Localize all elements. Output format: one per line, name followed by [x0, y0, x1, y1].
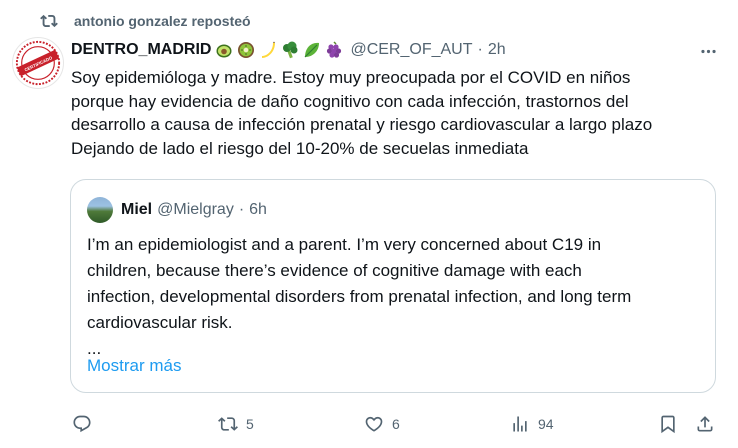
repost-icon: [40, 12, 58, 30]
more-options-button[interactable]: [698, 41, 718, 61]
tweet-text-line: desarrollo a causa de infección prenatal…: [71, 115, 653, 134]
tweet-text-line: porque hay evidencia de daño cognitivo c…: [71, 91, 629, 111]
more-icon: [700, 49, 716, 53]
quoted-tweet-text: I’m an epidemiologist and a parent. I’m …: [87, 232, 707, 362]
repost-button[interactable]: 5: [218, 410, 254, 438]
repost-count: 5: [246, 416, 254, 432]
quoted-text-line: cardiovascular risk.: [87, 313, 233, 332]
heart-icon: [365, 416, 383, 432]
broccoli-icon: [283, 41, 298, 59]
show-more-link[interactable]: Mostrar más: [87, 356, 181, 376]
quoted-author-name[interactable]: Miel: [121, 201, 152, 219]
separator-dot: ·: [477, 41, 483, 58]
author-emojis: [214, 40, 344, 60]
tweet-text: Soy epidemióloga y madre. Estoy muy preo…: [71, 66, 731, 160]
kiwi-icon: [238, 42, 255, 58]
quoted-tweet[interactable]: Miel @Mielgray · 6h I’m an epidemiologis…: [70, 179, 716, 393]
authenticity-stamp-logo: CERTIFICADO: [15, 40, 61, 86]
tweet-header: DENTRO_MADRID @CER_OF_AUT · 2h: [71, 38, 678, 62]
share-button[interactable]: [695, 410, 715, 438]
separator-dot: ·: [238, 201, 245, 218]
repost-text[interactable]: antonio gonzalez reposteó: [74, 13, 251, 29]
bookmark-button[interactable]: [658, 410, 678, 438]
tweet-timestamp[interactable]: 2h: [488, 41, 506, 59]
like-button[interactable]: 6: [364, 410, 400, 438]
views-button[interactable]: 94: [510, 410, 554, 438]
quoted-text-line: I’m an epidemiologist and a parent. I’m …: [87, 235, 602, 254]
reply-icon: [73, 415, 91, 433]
author-avatar[interactable]: CERTIFICADO: [12, 37, 64, 89]
quoted-author-avatar[interactable]: [87, 197, 113, 223]
author-handle[interactable]: @CER_OF_AUT: [350, 41, 472, 59]
repost-icon: [218, 417, 238, 431]
quoted-text-line: infection, developmental disorders from …: [87, 287, 632, 306]
quoted-tweet-timestamp[interactable]: 6h: [249, 201, 267, 219]
like-count: 6: [392, 416, 400, 432]
avocado-icon: [216, 44, 232, 58]
grapes-icon: [327, 41, 342, 58]
author-name[interactable]: DENTRO_MADRID: [71, 41, 211, 59]
reply-button[interactable]: [72, 410, 100, 438]
repost-indicator: antonio gonzalez reposteó: [40, 10, 251, 32]
quoted-author-handle[interactable]: @Mielgray: [157, 201, 234, 219]
tweet-text-line: Soy epidemióloga y madre. Estoy muy preo…: [71, 68, 631, 87]
quoted-text-line: children, because there’s evidence of co…: [87, 261, 582, 280]
leafy-green-icon: [305, 42, 320, 58]
views-icon: [513, 416, 527, 432]
views-count: 94: [538, 416, 554, 432]
bookmark-icon: [661, 415, 675, 434]
quoted-tweet-header: Miel @Mielgray · 6h: [87, 197, 267, 223]
tweet-text-line: Dejando de lado el riesgo del 10-20% de …: [71, 138, 529, 158]
action-bar: 5 6 94: [70, 410, 720, 438]
share-icon: [697, 416, 713, 432]
banana-icon: [262, 41, 276, 58]
